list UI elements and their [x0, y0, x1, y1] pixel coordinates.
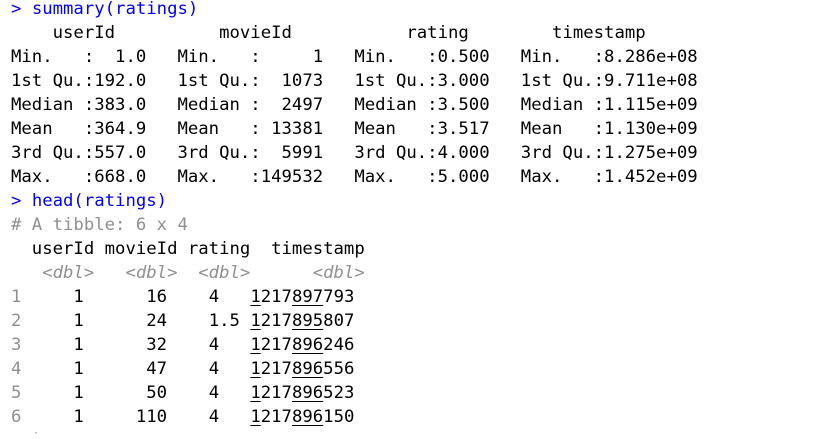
timestamp-digit-group: 896 [291, 359, 324, 379]
timestamp-digit-group: 1 [250, 287, 261, 307]
timestamp-digit-group: 217 [260, 383, 292, 403]
row-number: 6 [11, 407, 22, 427]
tibble-row: 2 1 24 1.5 1217895807 [11, 309, 826, 333]
summary-row-median: Median :383.0 Median : 2497 Median :3.50… [11, 95, 698, 115]
timestamp-digit-group: 1 [250, 311, 261, 331]
row-number: 5 [11, 383, 22, 403]
timestamp-digit-group: 217 [260, 335, 292, 355]
row-number: 3 [11, 335, 22, 355]
timestamp-digit-group: 1 [250, 407, 261, 427]
tibble-row: 4 1 47 4 1217896556 [11, 357, 826, 381]
timestamp-digit-group: 1 [250, 383, 261, 403]
row-number: 2 [11, 311, 22, 331]
rating-cell: 4 [167, 287, 240, 307]
timestamp-digit-group: 217 [260, 311, 292, 331]
timestamp-digit-group: 895 [291, 311, 324, 331]
userid-cell: 1 [21, 311, 84, 331]
timestamp-digit-group: 897 [291, 287, 324, 307]
userid-cell: 1 [21, 383, 84, 403]
rating-cell: 1.5 [167, 311, 240, 331]
rating-cell: 4 [167, 407, 240, 427]
tibble-row: 3 1 32 4 1217896246 [11, 333, 826, 357]
userid-cell: 1 [21, 407, 84, 427]
row-number: 1 [11, 287, 22, 307]
r-console-output[interactable]: > summary(ratings) userId movieId rating… [11, 0, 826, 429]
summary-header: userId movieId rating timestamp [11, 23, 646, 43]
head-command-line: > head(ratings) [11, 189, 826, 213]
summary-row-1st-qu: 1st Qu.:192.0 1st Qu.: 1073 1st Qu.:3.00… [11, 71, 698, 91]
movieid-cell: 47 [83, 359, 168, 379]
timestamp-digit-group: 150 [323, 407, 355, 427]
summary-row-3rd-qu: 3rd Qu.:557.0 3rd Qu.: 5991 3rd Qu.:4.00… [11, 143, 698, 163]
timestamp-digit-group: 1 [250, 359, 261, 379]
rating-cell: 4 [167, 383, 240, 403]
userid-cell: 1 [21, 287, 84, 307]
prompt-symbol: > [11, 191, 32, 211]
head-command: head(ratings) [31, 191, 168, 211]
timestamp-digit-group: 896 [291, 383, 324, 403]
timestamp-digit-group: 807 [323, 311, 355, 331]
movieid-cell: 24 [83, 311, 168, 331]
userid-cell: 1 [21, 335, 84, 355]
movieid-cell: 110 [83, 407, 168, 427]
timestamp-digit-group: 556 [323, 359, 355, 379]
rating-cell: 4 [167, 335, 240, 355]
timestamp-digit-group: 896 [291, 407, 324, 427]
timestamp-digit-group: 217 [260, 359, 292, 379]
timestamp-digit-group: 793 [323, 287, 355, 307]
truncated-line-fragment: · [33, 428, 40, 439]
summary-command-line: > summary(ratings) [11, 0, 826, 21]
userid-cell: 1 [21, 359, 84, 379]
rating-cell: 4 [167, 359, 240, 379]
prompt-symbol: > [11, 0, 32, 19]
summary-row-mean: Mean :364.9 Mean : 13381 Mean :3.517 Mea… [11, 119, 698, 139]
timestamp-digit-group: 523 [323, 383, 355, 403]
tibble-comment: # A tibble: 6 x 4 [11, 215, 188, 235]
summary-row-max: Max. :668.0 Max. :149532 Max. :5.000 Max… [11, 167, 698, 187]
timestamp-digit-group: 896 [291, 335, 324, 355]
timestamp-digit-group: 246 [323, 335, 355, 355]
timestamp-digit-group: 1 [250, 335, 261, 355]
tibble-row: 6 1 110 4 1217896150 [11, 405, 826, 429]
tibble-row: 5 1 50 4 1217896523 [11, 381, 826, 405]
summary-command: summary(ratings) [31, 0, 199, 19]
timestamp-digit-group: 217 [260, 287, 292, 307]
tibble-row: 1 1 16 4 1217897793 [11, 285, 826, 309]
summary-row-min: Min. : 1.0 Min. : 1 Min. :0.500 Min. :8.… [11, 47, 698, 67]
row-number: 4 [11, 359, 22, 379]
tibble-header: userId movieId rating timestamp [11, 239, 365, 259]
movieid-cell: 32 [83, 335, 168, 355]
tibble-column-types: <dbl> <dbl> <dbl> <dbl> [11, 263, 365, 283]
movieid-cell: 16 [83, 287, 168, 307]
movieid-cell: 50 [83, 383, 168, 403]
timestamp-digit-group: 217 [260, 407, 292, 427]
